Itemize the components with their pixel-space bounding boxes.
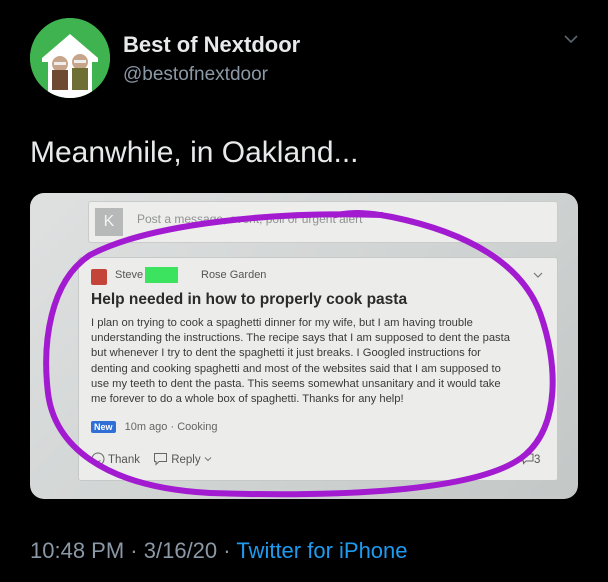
post-neighborhood: Rose Garden <box>201 269 267 281</box>
photo-content: K Post a message, event, poll or urgent … <box>30 193 578 499</box>
tweet-footer: 10:48 PM · 3/16/20 · Twitter for iPhone <box>30 538 408 564</box>
tweet-date[interactable]: 3/16/20 <box>144 538 217 563</box>
post-body: I plan on trying to cook a spaghetti din… <box>91 316 551 407</box>
post-time-ago: 10m ago <box>124 421 168 433</box>
user-handle[interactable]: @bestofnextdoor <box>123 64 268 86</box>
redaction-box <box>145 267 178 283</box>
house-muppets-avatar-icon <box>30 18 110 98</box>
smiley-icon <box>91 452 105 466</box>
post-body-line: me forever to do a whole box of spaghett… <box>91 393 404 406</box>
composer-placeholder: Post a message, event, poll or urgent al… <box>137 212 363 226</box>
post-body-line: understanding the instructions. The reci… <box>91 332 510 345</box>
new-badge: New <box>91 421 116 433</box>
post-composer: K Post a message, event, poll or urgent … <box>88 201 558 243</box>
tweet-text: Meanwhile, in Oakland... <box>30 136 359 169</box>
post-meta: New 10m ago · Cooking <box>91 421 218 433</box>
reply-chevron-icon <box>204 457 212 462</box>
nextdoor-post: Steve Rose Garden Help needed in how to … <box>78 257 558 481</box>
post-body-line: but whenever I try to dent the spaghetti… <box>91 347 481 360</box>
display-name[interactable]: Best of Nextdoor <box>123 32 300 58</box>
speech-bubble-icon <box>154 453 167 466</box>
post-category: Cooking <box>177 421 218 433</box>
post-chevron-icon <box>533 272 543 278</box>
reply-action: Reply <box>153 452 212 466</box>
post-body-line: I plan on trying to cook a spaghetti din… <box>91 317 473 329</box>
reply-label: Reply <box>171 454 201 466</box>
reply-count: 3 <box>521 453 540 466</box>
composer-avatar: K <box>95 208 123 236</box>
profile-avatar[interactable] <box>30 18 110 98</box>
meta-separator: · <box>170 421 175 433</box>
footer-separator: · <box>223 538 231 563</box>
post-title: Help needed in how to properly cook past… <box>91 291 408 308</box>
tweet: Best of Nextdoor @bestofnextdoor Meanwhi… <box>0 0 608 582</box>
post-body-line: use my teeth to dent the pasta. This see… <box>91 377 501 390</box>
reply-count-value: 3 <box>534 454 541 466</box>
post-author: Steve <box>115 269 144 281</box>
post-body-line: denting and cooking spaghetti and most o… <box>91 362 501 375</box>
tweet-photo[interactable]: K Post a message, event, poll or urgent … <box>30 193 578 499</box>
tweet-time[interactable]: 10:48 PM <box>30 538 124 563</box>
footer-separator: · <box>130 538 138 563</box>
comment-icon <box>521 453 534 465</box>
chevron-down-icon[interactable] <box>562 30 580 48</box>
tweet-source-link[interactable]: Twitter for iPhone <box>236 538 407 563</box>
neighborhood-icon <box>91 269 107 285</box>
thank-label: Thank <box>108 454 140 466</box>
thank-action: Thank <box>91 452 140 466</box>
